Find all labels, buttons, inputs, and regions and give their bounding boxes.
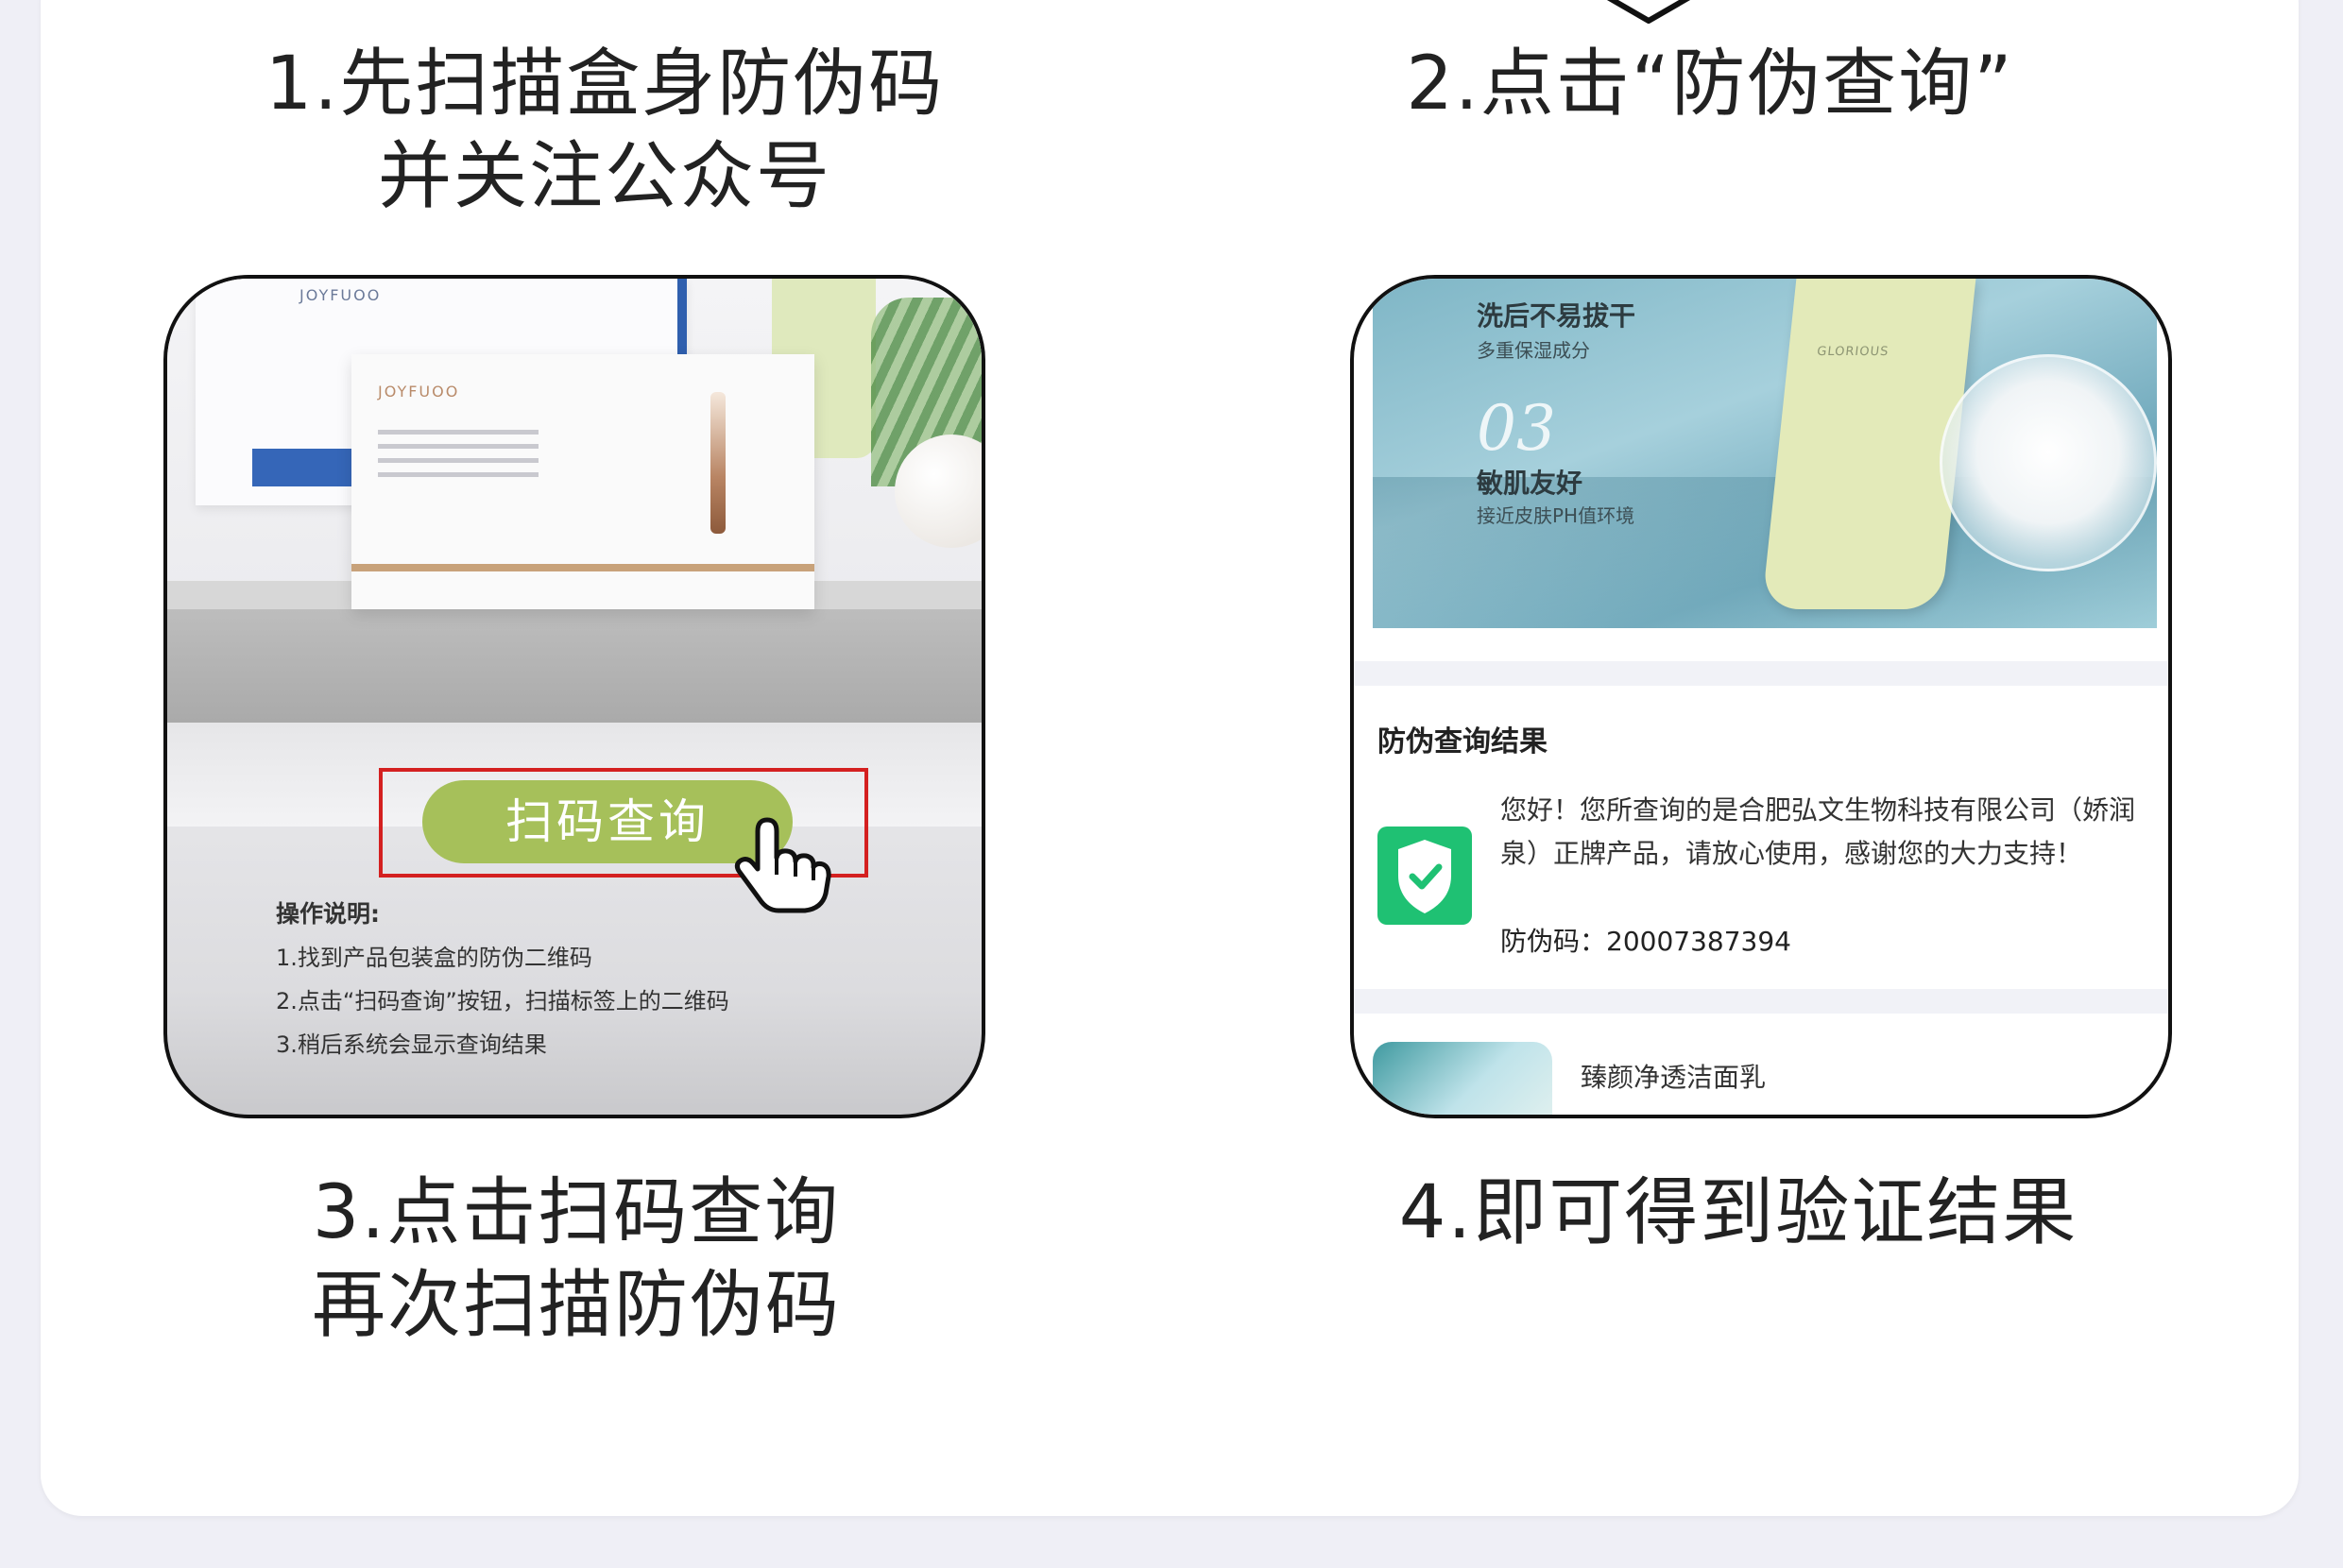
result-message: 您好！您所查询的是合肥弘文生物科技有限公司（娇润泉）正牌产品，请放心使用，感谢您… xyxy=(1500,794,2136,869)
hero-subtitle: 多重保湿成分 xyxy=(1477,339,1590,362)
step4-caption: 4.即可得到验证结果 xyxy=(1398,1170,2078,1255)
box-gold-band xyxy=(351,564,814,571)
step3-caption: 3.点击扫码查询 再次扫描防伪码 xyxy=(189,1167,964,1352)
product-box: JOYFUOO xyxy=(351,354,814,609)
anti-fake-code: 防伪码：20007387394 xyxy=(1500,921,1791,959)
instruction-item: 1.找到产品包装盒的防伪二维码 xyxy=(276,945,592,971)
instruction-item: 3.稍后系统会显示查询结果 xyxy=(276,1031,547,1058)
product-thumbnail[interactable] xyxy=(1373,1042,1552,1115)
tube-label: GLORIOUS xyxy=(1816,345,1890,359)
instruction-item: 2.点击“扫码查询”按钮，扫描标签上的二维码 xyxy=(276,988,729,1014)
hero-title: 洗后不易拔干 xyxy=(1477,300,1636,332)
box-brand: JOYFUOO xyxy=(299,286,382,304)
verified-shield-icon xyxy=(1377,827,1472,925)
step1-line1: 1.先扫描盒身防伪码 xyxy=(265,42,945,127)
hero-number: 03 xyxy=(1477,392,1556,465)
chevron-down-icon xyxy=(1606,0,1691,24)
code-label: 防伪码： xyxy=(1500,926,1607,957)
step3-screenshot: JOYFUOO JOYFUOO 扫码查询 操作说明: 1.找到产品包装盒的防伪二… xyxy=(163,275,985,1118)
foam-bubble-image xyxy=(1940,354,2157,571)
ampoule-image xyxy=(710,392,726,534)
product-hero-image: 洗后不易拔干 多重保湿成分 03 敏肌友好 接近皮肤PH值环境 GLORIOUS xyxy=(1373,279,2157,628)
step1-line2: 并关注公众号 xyxy=(377,134,831,219)
step3-line1: 3.点击扫码查询 xyxy=(312,1170,841,1255)
divider xyxy=(1354,661,2168,686)
result-title: 防伪查询结果 xyxy=(1377,725,1548,758)
instructions-title: 操作说明: xyxy=(276,900,380,928)
step3-line2: 再次扫描防伪码 xyxy=(311,1263,841,1348)
code-value: 20007387394 xyxy=(1606,926,1791,957)
step2-caption: 2.点击“防伪查询” xyxy=(1406,42,2014,127)
box-text-lines xyxy=(378,430,539,486)
stone-ledge xyxy=(167,609,982,723)
hero-subtitle2: 接近皮肤PH值环境 xyxy=(1477,504,1635,527)
divider xyxy=(1354,989,2168,1014)
box-text: JOYFUOO xyxy=(378,383,460,401)
step1-caption: 1.先扫描盒身防伪码 并关注公众号 xyxy=(236,38,973,223)
hero-title2: 敏肌友好 xyxy=(1477,468,1583,499)
product-name-link[interactable]: 臻颜净透洁面乳 xyxy=(1581,1057,1766,1095)
instructions: 操作说明: 1.找到产品包装盒的防伪二维码 2.点击“扫码查询”按钮，扫描标签上… xyxy=(276,893,937,1066)
step4-screenshot: 洗后不易拔干 多重保湿成分 03 敏肌友好 接近皮肤PH值环境 GLORIOUS… xyxy=(1350,275,2172,1118)
